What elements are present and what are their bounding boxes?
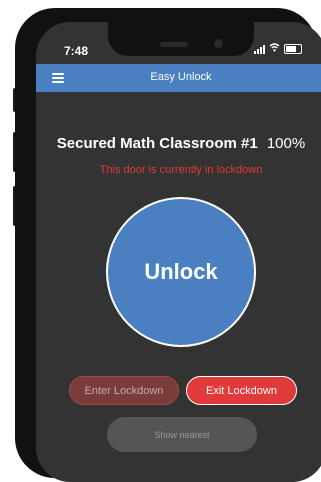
app-screen: 7:48 Easy Unlock Secured Math Classroom … (36, 22, 321, 482)
phone-frame: 7:48 Easy Unlock Secured Math Classroom … (15, 8, 321, 482)
show-nearest-button[interactable]: Show nearest (107, 417, 257, 452)
status-time: 7:48 (64, 44, 89, 58)
door-info: Secured Math Classroom #1 100% (36, 135, 321, 152)
front-camera (214, 39, 223, 48)
door-battery: 100% (266, 135, 306, 152)
app-header: Easy Unlock (36, 64, 321, 92)
door-name: Secured Math Classroom #1 (56, 135, 258, 152)
lockdown-status: This door is currently in lockdown (99, 164, 263, 176)
battery-icon (284, 44, 302, 54)
status-icons (254, 43, 302, 55)
exit-lockdown-button[interactable]: Exit Lockdown (186, 376, 297, 405)
speaker-grille (160, 42, 188, 47)
signal-icon (254, 44, 265, 54)
notch (108, 22, 254, 56)
app-title: Easy Unlock (150, 71, 212, 83)
enter-lockdown-button[interactable]: Enter Lockdown (69, 376, 179, 405)
unlock-button[interactable]: Unlock (106, 197, 256, 347)
wifi-icon (269, 43, 280, 55)
